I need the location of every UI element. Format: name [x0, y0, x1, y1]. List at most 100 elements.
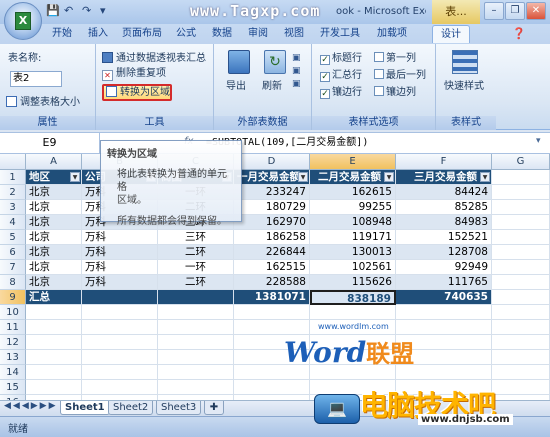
empty-cell[interactable]: [234, 305, 310, 320]
table-header-cell[interactable]: 二月交易金额 ▼: [310, 170, 396, 185]
row-header[interactable]: 6: [0, 245, 26, 260]
empty-cell[interactable]: [82, 335, 158, 350]
row-header[interactable]: 12: [0, 335, 26, 350]
empty-cell[interactable]: [492, 260, 550, 275]
empty-cell[interactable]: [158, 305, 234, 320]
option-banded-rows[interactable]: ✓ 镶边行: [320, 86, 362, 100]
table-cell[interactable]: 180729: [234, 200, 310, 215]
row-header[interactable]: 5: [0, 230, 26, 245]
empty-cell[interactable]: [158, 365, 234, 380]
expand-formula-icon[interactable]: ▾: [536, 136, 541, 146]
table-header-cell[interactable]: 地区 ▼: [26, 170, 82, 185]
table-cell[interactable]: 102561: [310, 260, 396, 275]
table-name-input[interactable]: 表2: [10, 71, 62, 87]
table-cell[interactable]: 万科: [82, 275, 158, 290]
empty-cell[interactable]: [492, 230, 550, 245]
tab-data[interactable]: 数据: [206, 25, 238, 43]
empty-cell[interactable]: [26, 305, 82, 320]
empty-cell[interactable]: [26, 380, 82, 395]
tab-insert[interactable]: 插入: [82, 25, 114, 43]
column-header[interactable]: F: [396, 154, 492, 170]
table-cell[interactable]: 84983: [396, 215, 492, 230]
table-cell[interactable]: 128708: [396, 245, 492, 260]
empty-cell[interactable]: [26, 365, 82, 380]
table-cell[interactable]: 三环: [158, 230, 234, 245]
empty-cell[interactable]: [396, 320, 492, 335]
empty-cell[interactable]: [492, 335, 550, 350]
empty-cell[interactable]: [82, 380, 158, 395]
table-cell[interactable]: 226844: [234, 245, 310, 260]
total-cell[interactable]: 1381071: [234, 290, 310, 305]
row-header[interactable]: 13: [0, 350, 26, 365]
row-header[interactable]: 2: [0, 185, 26, 200]
table-cell[interactable]: 162515: [234, 260, 310, 275]
total-label-cell[interactable]: 汇总: [26, 290, 82, 305]
column-header-selected[interactable]: E: [310, 154, 396, 170]
tab-formulas[interactable]: 公式: [170, 25, 202, 43]
table-cell[interactable]: 北京: [26, 185, 82, 200]
tab-page-layout[interactable]: 页面布局: [118, 25, 166, 43]
table-cell[interactable]: 北京: [26, 230, 82, 245]
empty-cell[interactable]: [492, 185, 550, 200]
total-cell[interactable]: [158, 290, 234, 305]
export-button[interactable]: 导出: [226, 80, 246, 94]
empty-cell[interactable]: [158, 320, 234, 335]
empty-cell[interactable]: [492, 245, 550, 260]
filter-dropdown-icon[interactable]: ▼: [70, 172, 80, 182]
option-banded-columns[interactable]: 镶边列: [374, 86, 416, 100]
table-cell[interactable]: 228588: [234, 275, 310, 290]
empty-cell[interactable]: [492, 350, 550, 365]
empty-cell[interactable]: [82, 350, 158, 365]
empty-cell[interactable]: [82, 320, 158, 335]
table-cell[interactable]: 162970: [234, 215, 310, 230]
table-cell[interactable]: 115626: [310, 275, 396, 290]
empty-cell[interactable]: [234, 380, 310, 395]
row-header[interactable]: 4: [0, 215, 26, 230]
option-header-row[interactable]: ✓ 标题行: [320, 52, 362, 66]
table-cell[interactable]: 99255: [310, 200, 396, 215]
empty-cell[interactable]: [492, 215, 550, 230]
row-header[interactable]: 3: [0, 200, 26, 215]
empty-cell[interactable]: [26, 335, 82, 350]
table-cell[interactable]: 万科: [82, 230, 158, 245]
restore-icon[interactable]: ❐: [505, 2, 525, 20]
table-cell[interactable]: 119171: [310, 230, 396, 245]
column-header[interactable]: A: [26, 154, 82, 170]
table-header-cell[interactable]: 一月交易金额 ▼: [234, 170, 310, 185]
empty-cell[interactable]: [158, 380, 234, 395]
option-last-column[interactable]: 最后一列: [374, 69, 426, 83]
table-cell[interactable]: 85285: [396, 200, 492, 215]
table-cell[interactable]: 108948: [310, 215, 396, 230]
row-header[interactable]: 10: [0, 305, 26, 320]
table-cell[interactable]: 北京: [26, 215, 82, 230]
refresh-button[interactable]: 刷新: [262, 80, 282, 94]
help-icon[interactable]: ❓: [512, 27, 526, 40]
sheet-tab-1[interactable]: Sheet1: [60, 401, 110, 415]
table-cell[interactable]: 130013: [310, 245, 396, 260]
tab-developer[interactable]: 开发工具: [314, 25, 366, 43]
empty-cell[interactable]: [396, 305, 492, 320]
close-icon[interactable]: ✕: [526, 2, 546, 20]
table-cell[interactable]: 111765: [396, 275, 492, 290]
row-header[interactable]: 14: [0, 365, 26, 380]
empty-cell[interactable]: [492, 200, 550, 215]
save-icon[interactable]: 💾: [46, 4, 60, 20]
empty-cell[interactable]: [82, 365, 158, 380]
empty-cell[interactable]: [310, 305, 396, 320]
minimize-icon[interactable]: –: [484, 2, 504, 20]
empty-cell[interactable]: [234, 320, 310, 335]
table-cell[interactable]: 92949: [396, 260, 492, 275]
empty-cell[interactable]: [492, 380, 550, 395]
total-cell[interactable]: 740635: [396, 290, 492, 305]
total-cell-selected[interactable]: 838189: [310, 290, 396, 305]
column-header[interactable]: D: [234, 154, 310, 170]
filter-dropdown-icon[interactable]: ▼: [384, 172, 394, 182]
insert-sheet-icon[interactable]: ✚: [204, 401, 224, 415]
option-total-row[interactable]: ✓ 汇总行: [320, 69, 362, 83]
tab-design[interactable]: 设计: [432, 25, 470, 43]
row-header[interactable]: 1: [0, 170, 26, 185]
empty-cell[interactable]: [492, 275, 550, 290]
sheet-nav-icons[interactable]: ◀◀◀▶▶▶: [4, 401, 58, 411]
table-cell[interactable]: 233247: [234, 185, 310, 200]
remove-duplicates-button[interactable]: ✕ 删除重复项: [102, 67, 166, 81]
